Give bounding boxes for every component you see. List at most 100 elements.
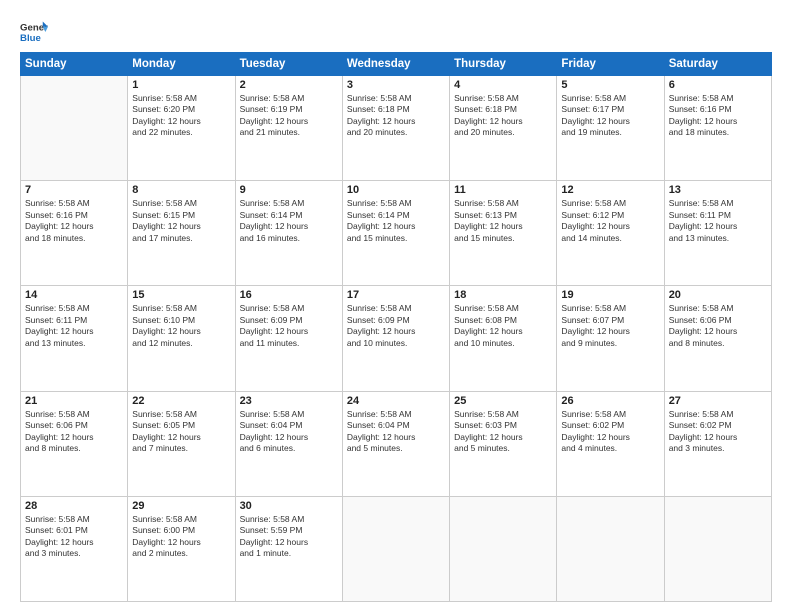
calendar-cell: 18 Sunrise: 5:58 AM Sunset: 6:08 PM Dayli…	[450, 286, 557, 391]
calendar-cell: 13 Sunrise: 5:58 AM Sunset: 6:11 PM Dayli…	[664, 181, 771, 286]
day-info: Sunrise: 5:58 AM Sunset: 6:15 PM Dayligh…	[132, 198, 230, 244]
calendar-cell: 23 Sunrise: 5:58 AM Sunset: 6:04 PM Dayli…	[235, 391, 342, 496]
day-number: 11	[454, 184, 552, 196]
svg-text:Blue: Blue	[20, 33, 41, 44]
calendar-table: SundayMondayTuesdayWednesdayThursdayFrid…	[20, 52, 772, 602]
day-number: 7	[25, 184, 123, 196]
calendar-week-row: 1Sunrise: 5:58 AM Sunset: 6:20 PM Daylig…	[21, 76, 772, 181]
day-number: 12	[561, 184, 659, 196]
calendar-cell: 22 Sunrise: 5:58 AM Sunset: 6:05 PM Dayli…	[128, 391, 235, 496]
day-info: Sunrise: 5:58 AM Sunset: 6:14 PM Dayligh…	[347, 198, 445, 244]
day-number: 3	[347, 79, 445, 91]
day-info: Sunrise: 5:58 AM Sunset: 6:06 PM Dayligh…	[669, 303, 767, 349]
day-info: Sunrise: 5:58 AM Sunset: 6:09 PM Dayligh…	[347, 303, 445, 349]
day-info: Sunrise: 5:58 AM Sunset: 6:17 PM Dayligh…	[561, 93, 659, 139]
day-number: 30	[240, 500, 338, 512]
day-number: 5	[561, 79, 659, 91]
day-info: Sunrise: 5:58 AM Sunset: 6:11 PM Dayligh…	[669, 198, 767, 244]
logo: General Blue	[20, 18, 48, 46]
day-number: 28	[25, 500, 123, 512]
calendar-cell	[557, 496, 664, 601]
day-header-monday: Monday	[128, 53, 235, 76]
header: General Blue	[20, 18, 772, 46]
calendar-cell	[450, 496, 557, 601]
day-number: 17	[347, 289, 445, 301]
day-info: Sunrise: 5:58 AM Sunset: 6:19 PM Dayligh…	[240, 93, 338, 139]
calendar-cell: 20 Sunrise: 5:58 AM Sunset: 6:06 PM Dayli…	[664, 286, 771, 391]
day-info: Sunrise: 5:58 AM Sunset: 6:05 PM Dayligh…	[132, 409, 230, 455]
calendar-cell: 14 Sunrise: 5:58 AM Sunset: 6:11 PM Dayli…	[21, 286, 128, 391]
day-number: 14	[25, 289, 123, 301]
day-number: 8	[132, 184, 230, 196]
calendar-cell: 12 Sunrise: 5:58 AM Sunset: 6:12 PM Dayli…	[557, 181, 664, 286]
day-number: 23	[240, 395, 338, 407]
calendar-cell: 1Sunrise: 5:58 AM Sunset: 6:20 PM Daylig…	[128, 76, 235, 181]
calendar-cell: 16 Sunrise: 5:58 AM Sunset: 6:09 PM Dayli…	[235, 286, 342, 391]
day-info: Sunrise: 5:58 AM Sunset: 6:02 PM Dayligh…	[561, 409, 659, 455]
day-header-tuesday: Tuesday	[235, 53, 342, 76]
calendar-header-row: SundayMondayTuesdayWednesdayThursdayFrid…	[21, 53, 772, 76]
day-number: 4	[454, 79, 552, 91]
calendar-cell: 11 Sunrise: 5:58 AM Sunset: 6:13 PM Dayli…	[450, 181, 557, 286]
day-number: 25	[454, 395, 552, 407]
calendar-week-row: 7 Sunrise: 5:58 AM Sunset: 6:16 PM Daylig…	[21, 181, 772, 286]
calendar-cell: 29Sunrise: 5:58 AM Sunset: 6:00 PM Dayli…	[128, 496, 235, 601]
day-info: Sunrise: 5:58 AM Sunset: 6:07 PM Dayligh…	[561, 303, 659, 349]
day-info: Sunrise: 5:58 AM Sunset: 6:04 PM Dayligh…	[240, 409, 338, 455]
day-number: 16	[240, 289, 338, 301]
day-header-sunday: Sunday	[21, 53, 128, 76]
calendar-cell: 25 Sunrise: 5:58 AM Sunset: 6:03 PM Dayli…	[450, 391, 557, 496]
day-info: Sunrise: 5:58 AM Sunset: 6:16 PM Dayligh…	[25, 198, 123, 244]
day-info: Sunrise: 5:58 AM Sunset: 6:12 PM Dayligh…	[561, 198, 659, 244]
day-number: 22	[132, 395, 230, 407]
calendar-week-row: 28 Sunrise: 5:58 AM Sunset: 6:01 PM Dayli…	[21, 496, 772, 601]
day-info: Sunrise: 5:58 AM Sunset: 6:08 PM Dayligh…	[454, 303, 552, 349]
day-number: 1	[132, 79, 230, 91]
day-info: Sunrise: 5:58 AM Sunset: 6:16 PM Dayligh…	[669, 93, 767, 139]
day-info: Sunrise: 5:58 AM Sunset: 6:13 PM Dayligh…	[454, 198, 552, 244]
day-info: Sunrise: 5:58 AM Sunset: 6:18 PM Dayligh…	[347, 93, 445, 139]
day-number: 27	[669, 395, 767, 407]
day-info: Sunrise: 5:58 AM Sunset: 6:11 PM Dayligh…	[25, 303, 123, 349]
day-number: 18	[454, 289, 552, 301]
day-number: 26	[561, 395, 659, 407]
day-header-friday: Friday	[557, 53, 664, 76]
day-number: 13	[669, 184, 767, 196]
day-info: Sunrise: 5:58 AM Sunset: 5:59 PM Dayligh…	[240, 514, 338, 560]
calendar-cell: 30 Sunrise: 5:58 AM Sunset: 5:59 PM Dayli…	[235, 496, 342, 601]
day-number: 21	[25, 395, 123, 407]
calendar-week-row: 14 Sunrise: 5:58 AM Sunset: 6:11 PM Dayli…	[21, 286, 772, 391]
day-number: 15	[132, 289, 230, 301]
calendar-cell: 10 Sunrise: 5:58 AM Sunset: 6:14 PM Dayli…	[342, 181, 449, 286]
day-info: Sunrise: 5:58 AM Sunset: 6:02 PM Dayligh…	[669, 409, 767, 455]
calendar-cell: 27 Sunrise: 5:58 AM Sunset: 6:02 PM Dayli…	[664, 391, 771, 496]
calendar-cell	[21, 76, 128, 181]
calendar-cell: 5 Sunrise: 5:58 AM Sunset: 6:17 PM Daylig…	[557, 76, 664, 181]
calendar-cell: 7 Sunrise: 5:58 AM Sunset: 6:16 PM Daylig…	[21, 181, 128, 286]
day-header-saturday: Saturday	[664, 53, 771, 76]
calendar-cell: 6 Sunrise: 5:58 AM Sunset: 6:16 PM Daylig…	[664, 76, 771, 181]
calendar-week-row: 21 Sunrise: 5:58 AM Sunset: 6:06 PM Dayli…	[21, 391, 772, 496]
calendar-cell: 19 Sunrise: 5:58 AM Sunset: 6:07 PM Dayli…	[557, 286, 664, 391]
calendar-cell: 3 Sunrise: 5:58 AM Sunset: 6:18 PM Daylig…	[342, 76, 449, 181]
day-number: 20	[669, 289, 767, 301]
day-info: Sunrise: 5:58 AM Sunset: 6:03 PM Dayligh…	[454, 409, 552, 455]
day-info: Sunrise: 5:58 AM Sunset: 6:09 PM Dayligh…	[240, 303, 338, 349]
calendar-cell: 17 Sunrise: 5:58 AM Sunset: 6:09 PM Dayli…	[342, 286, 449, 391]
day-info: Sunrise: 5:58 AM Sunset: 6:01 PM Dayligh…	[25, 514, 123, 560]
calendar-cell: 4Sunrise: 5:58 AM Sunset: 6:18 PM Daylig…	[450, 76, 557, 181]
calendar-cell: 26 Sunrise: 5:58 AM Sunset: 6:02 PM Dayli…	[557, 391, 664, 496]
calendar-cell: 2Sunrise: 5:58 AM Sunset: 6:19 PM Daylig…	[235, 76, 342, 181]
page: General Blue SundayMondayTuesdayWednesda…	[0, 0, 792, 612]
day-info: Sunrise: 5:58 AM Sunset: 6:14 PM Dayligh…	[240, 198, 338, 244]
day-number: 19	[561, 289, 659, 301]
day-header-thursday: Thursday	[450, 53, 557, 76]
calendar-cell: 24Sunrise: 5:58 AM Sunset: 6:04 PM Dayli…	[342, 391, 449, 496]
day-number: 6	[669, 79, 767, 91]
day-number: 10	[347, 184, 445, 196]
logo-icon: General Blue	[20, 18, 48, 46]
calendar-cell: 9Sunrise: 5:58 AM Sunset: 6:14 PM Daylig…	[235, 181, 342, 286]
day-info: Sunrise: 5:58 AM Sunset: 6:06 PM Dayligh…	[25, 409, 123, 455]
calendar-cell: 8 Sunrise: 5:58 AM Sunset: 6:15 PM Daylig…	[128, 181, 235, 286]
calendar-cell	[664, 496, 771, 601]
